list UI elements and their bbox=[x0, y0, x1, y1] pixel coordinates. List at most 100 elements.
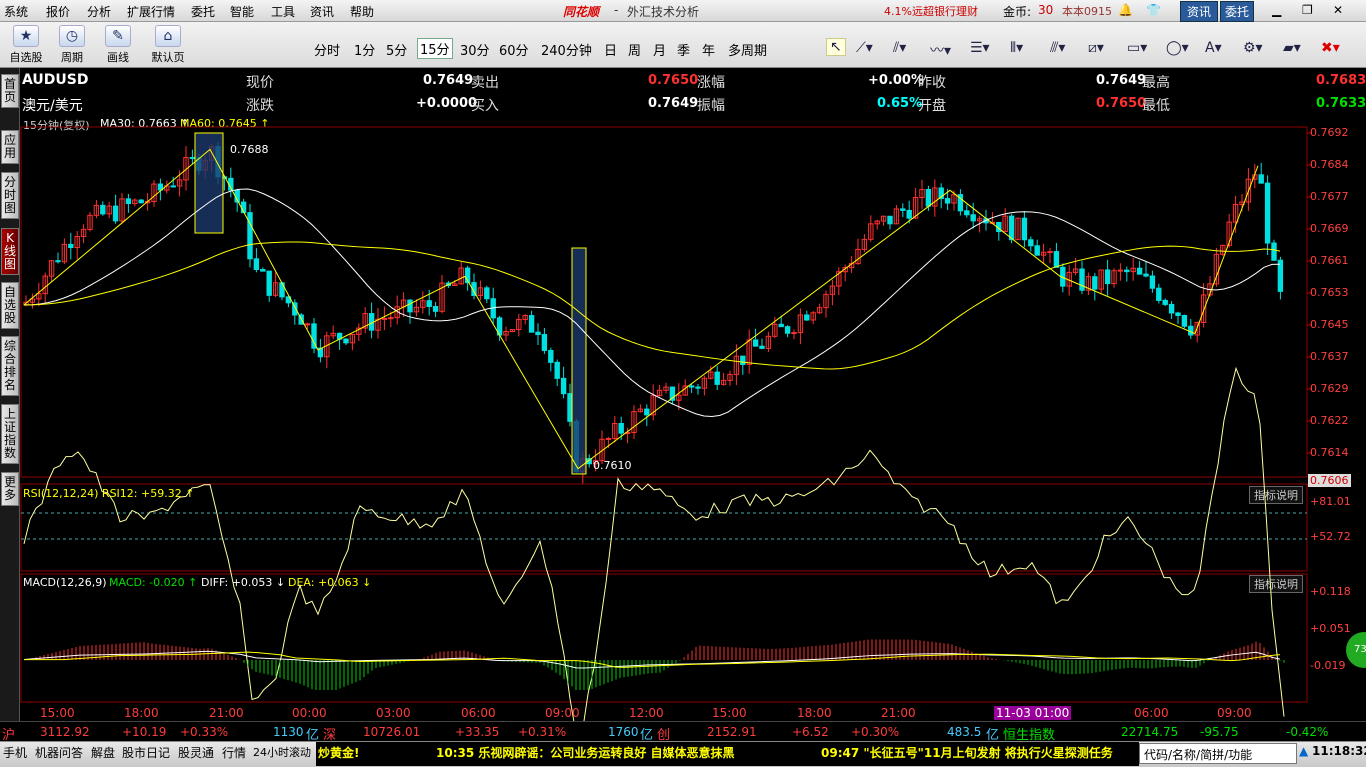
time-tick: 09:00 bbox=[1217, 706, 1252, 720]
candle-body bbox=[695, 386, 701, 389]
clock: 11:18:32 bbox=[1312, 744, 1366, 758]
index-status-bar: 沪 3112.92 +10.19 +0.33% 1130 亿 深 10726.0… bbox=[0, 721, 1366, 743]
dropdown-arrow-icon[interactable]: ▲ bbox=[1299, 744, 1308, 758]
candle-body bbox=[548, 349, 554, 363]
price-tick-current: 0.7606 bbox=[1308, 474, 1351, 487]
time-tick: 09:00 bbox=[545, 706, 580, 720]
tab-linktong[interactable]: 股灵通 bbox=[178, 744, 214, 761]
tab-market[interactable]: 行情 bbox=[222, 744, 246, 761]
sh-percent: +0.33% bbox=[180, 725, 229, 739]
candle-body bbox=[1053, 251, 1060, 268]
sz-percent: +0.31% bbox=[518, 725, 567, 739]
candle-body bbox=[900, 208, 906, 211]
candle-body bbox=[964, 210, 970, 216]
ma60-line bbox=[23, 241, 1281, 370]
price-tick: 0.7614 bbox=[1310, 446, 1349, 459]
news-ticker[interactable]: 炒黄金! 10:35 乐视网辟谣：公司业务运转良好 自媒体恶意抹黑 09:47 … bbox=[316, 742, 1139, 766]
candle-body bbox=[1008, 215, 1015, 241]
high-annotation: 0.7688 bbox=[230, 143, 269, 156]
sh-amount: 1130 bbox=[273, 725, 304, 739]
macd-tick: +0.118 bbox=[1310, 585, 1351, 598]
candle-body bbox=[170, 185, 176, 188]
candle-body bbox=[740, 355, 746, 365]
candle-body bbox=[189, 157, 196, 160]
macd-tick: -0.019 bbox=[1310, 659, 1346, 672]
price-tick: 0.7653 bbox=[1310, 286, 1349, 299]
candle-body bbox=[1162, 299, 1168, 305]
candle-body bbox=[925, 189, 932, 207]
candle-body bbox=[247, 212, 253, 260]
ticker-item[interactable]: 炒黄金! bbox=[318, 744, 359, 761]
search-input[interactable]: 代码/名称/简拼/功能 bbox=[1139, 743, 1297, 764]
candle-body bbox=[714, 371, 720, 385]
candle-body bbox=[55, 260, 61, 263]
price-tick: 0.7661 bbox=[1310, 254, 1349, 267]
tab-mobile[interactable]: 手机 bbox=[3, 744, 27, 761]
candle-body bbox=[1168, 303, 1175, 314]
candle-body bbox=[1143, 273, 1149, 277]
candle-body bbox=[343, 338, 349, 344]
candle-body bbox=[970, 214, 976, 222]
time-tick: 06:00 bbox=[461, 706, 496, 720]
kline-chart[interactable] bbox=[0, 0, 1366, 767]
tab-24h[interactable]: 24小时滚动 bbox=[253, 744, 311, 760]
candle-body bbox=[1175, 312, 1181, 317]
rsi-tick: +81.01 bbox=[1310, 495, 1351, 508]
sh-change: +10.19 bbox=[122, 725, 167, 739]
candle-body bbox=[1136, 267, 1143, 275]
ticker-item[interactable]: 10:35 乐视网辟谣：公司业务运转良好 自媒体恶意抹黑 bbox=[436, 744, 735, 761]
candle-body bbox=[381, 317, 388, 320]
candle-body bbox=[618, 423, 624, 434]
time-tick: 15:00 bbox=[712, 706, 747, 720]
hk-amount: 483.5 bbox=[947, 725, 982, 739]
candle-body bbox=[887, 215, 893, 225]
candle-body bbox=[260, 269, 266, 272]
candle-body bbox=[100, 204, 106, 215]
candle-body bbox=[1258, 174, 1264, 184]
candle-body bbox=[554, 361, 560, 379]
candle-body bbox=[688, 385, 695, 388]
candle-body bbox=[778, 323, 784, 328]
time-tick: 15:00 bbox=[40, 706, 75, 720]
price-tick: 0.7637 bbox=[1310, 350, 1349, 363]
candle-body bbox=[1021, 217, 1028, 241]
highlight-box bbox=[194, 132, 224, 234]
candle-body bbox=[426, 300, 432, 308]
candle-body bbox=[1271, 242, 1277, 261]
time-tick: 00:00 bbox=[292, 706, 327, 720]
candle-body bbox=[644, 408, 650, 416]
time-tick-cursor: 11-03 01:00 bbox=[994, 706, 1072, 720]
candle-body bbox=[1028, 239, 1034, 247]
candle-body bbox=[1117, 269, 1124, 272]
rsi-panel-border bbox=[20, 483, 1308, 572]
candle-body bbox=[1149, 275, 1156, 289]
tab-qa[interactable]: 机器问答 bbox=[35, 744, 83, 761]
candle-body bbox=[752, 339, 759, 347]
cy-percent: +0.30% bbox=[851, 725, 900, 739]
candle-body bbox=[432, 306, 439, 312]
candle-body bbox=[1104, 269, 1111, 285]
cy-change: +6.52 bbox=[792, 725, 829, 739]
ticker-item[interactable]: 09:47 "长征五号"11月上旬发射 将执行火星探测任务 bbox=[821, 744, 1113, 761]
candle-body bbox=[304, 323, 311, 326]
price-tick: 0.7692 bbox=[1310, 126, 1349, 139]
rsi-line bbox=[23, 366, 1285, 736]
candle-body bbox=[804, 314, 810, 321]
candle-body bbox=[944, 198, 951, 204]
cy-value: 2152.91 bbox=[707, 725, 757, 739]
candle-body bbox=[112, 205, 119, 222]
price-tick: 0.7684 bbox=[1310, 158, 1349, 171]
time-tick: 03:00 bbox=[376, 706, 411, 720]
candle-body bbox=[407, 299, 413, 313]
candle-body bbox=[1079, 268, 1085, 291]
hk-percent: -0.42% bbox=[1286, 725, 1329, 739]
candlesticks bbox=[23, 132, 1284, 484]
time-tick: 12:00 bbox=[629, 706, 664, 720]
bottom-bar: 手机 机器问答 解盘 股市日记 股灵通 行情 24小时滚动 炒黄金! 10:35… bbox=[0, 741, 1366, 767]
candle-body bbox=[1156, 287, 1162, 301]
candle-body bbox=[535, 331, 541, 336]
tab-analysis[interactable]: 解盘 bbox=[91, 744, 115, 761]
candle-body bbox=[791, 332, 797, 335]
tab-diary[interactable]: 股市日记 bbox=[122, 744, 170, 761]
macd-panel-border bbox=[20, 573, 1308, 703]
